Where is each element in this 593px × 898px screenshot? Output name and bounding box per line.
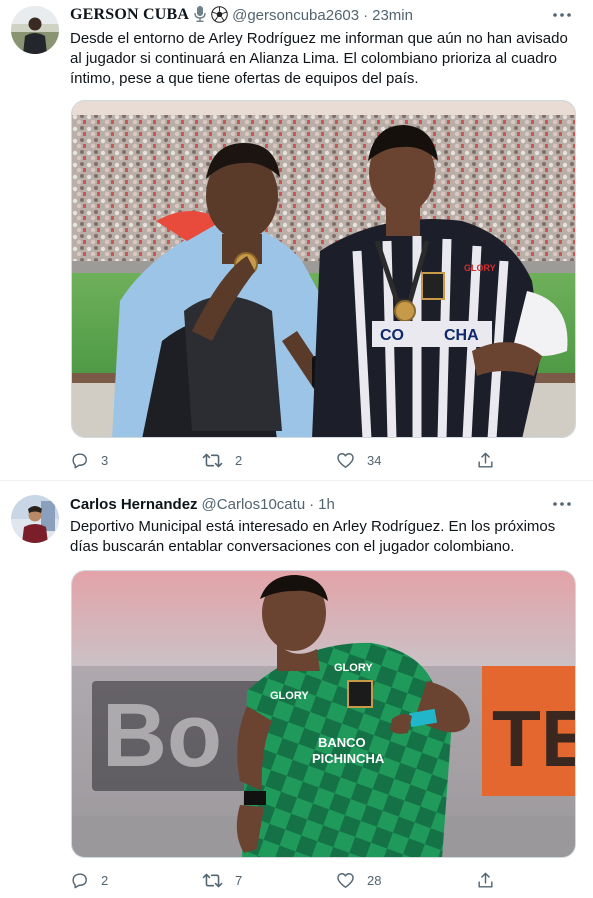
reply-icon <box>72 872 87 888</box>
soccer-ball-icon <box>211 5 228 25</box>
avatar[interactable] <box>11 6 59 54</box>
tweet-text-line: Deportivo Municipal está interesado en A… <box>70 518 556 535</box>
tweet-text: Desde el entorno de Arley Rodríguez me i… <box>70 29 570 89</box>
background-banner-text: TE <box>492 694 576 783</box>
separator-dot: · <box>309 495 315 513</box>
reply-icon <box>72 452 87 468</box>
heart-icon <box>337 452 354 468</box>
retweet-icon <box>202 453 223 467</box>
separator-dot: · <box>363 6 369 24</box>
share-icon <box>478 872 493 888</box>
kit-brand-text: GLORY <box>270 690 309 702</box>
retweet-button[interactable]: 2 <box>202 449 242 471</box>
retweet-button[interactable]: 7 <box>202 869 242 891</box>
timestamp[interactable]: 23min <box>372 7 413 24</box>
reply-count: 3 <box>101 452 109 468</box>
reply-button[interactable]: 3 <box>70 449 108 471</box>
like-button[interactable]: 28 <box>336 869 381 891</box>
author-handle[interactable]: @gersoncuba2603 <box>232 7 359 24</box>
more-options-icon[interactable] <box>551 5 573 25</box>
tweet-text-line: al jugador si continuará en Alianza Lima… <box>70 50 557 67</box>
like-count: 28 <box>367 872 382 888</box>
reply-count: 2 <box>101 872 109 888</box>
tweet-media-photo[interactable]: Bo TE GLORY GLORY BANCO PICHINCHA <box>71 570 576 858</box>
timestamp[interactable]: 1h <box>318 496 335 513</box>
retweet-count: 7 <box>235 872 243 888</box>
microphone-icon <box>193 6 207 24</box>
share-button[interactable] <box>476 869 507 891</box>
more-options-icon[interactable] <box>551 494 573 514</box>
tweet-text-line: días buscarán entablar conversaciones co… <box>70 538 515 555</box>
retweet-count: 2 <box>235 452 243 468</box>
reply-button[interactable]: 2 <box>70 869 108 891</box>
like-button[interactable]: 34 <box>336 449 381 471</box>
tweet-actions: 3 2 34 <box>70 449 510 471</box>
kit-brand-text: GLORY <box>334 662 373 674</box>
photo-two-players-with-medals: CO CHA GLORY <box>72 101 575 437</box>
tweet[interactable]: GERSON CUBA @gersoncuba2603 · 23min Desd… <box>0 0 593 480</box>
tweet-header: Carlos Hernandez @Carlos10catu · 1h <box>70 494 335 514</box>
tweet-actions: 2 7 28 <box>70 869 510 891</box>
tweet-media-photo[interactable]: CO CHA GLORY <box>71 100 576 438</box>
share-button[interactable] <box>476 449 507 471</box>
kit-brand-text: GLORY <box>464 263 496 273</box>
tweet-header: GERSON CUBA @gersoncuba2603 · 23min <box>70 5 413 25</box>
share-icon <box>478 452 493 468</box>
like-count: 34 <box>367 452 382 468</box>
tweet-text: Deportivo Municipal está interesado en A… <box>70 517 570 557</box>
author-name[interactable]: Carlos Hernandez <box>70 496 198 513</box>
author-name[interactable]: GERSON CUBA <box>70 6 189 24</box>
author-handle[interactable]: @Carlos10catu <box>202 496 306 513</box>
photo-player-green-kit: Bo TE GLORY GLORY BANCO PICHINCHA <box>72 571 576 857</box>
background-banner-text: Bo <box>102 686 222 786</box>
tweet-text-line: íntimo, pese a que tiene ofertas de equi… <box>70 70 419 87</box>
retweet-icon <box>202 873 223 887</box>
kit-sponsor-text: BANCO <box>318 735 366 750</box>
kit-sponsor-text: CO <box>380 327 404 344</box>
heart-icon <box>337 872 354 888</box>
kit-sponsor-text: CHA <box>444 327 479 344</box>
kit-sponsor-text: PICHINCHA <box>312 751 385 766</box>
avatar[interactable] <box>11 495 59 543</box>
tweet[interactable]: Carlos Hernandez @Carlos10catu · 1h Depo… <box>0 481 593 898</box>
tweet-text-line: Desde el entorno de Arley Rodríguez me i… <box>70 30 568 47</box>
